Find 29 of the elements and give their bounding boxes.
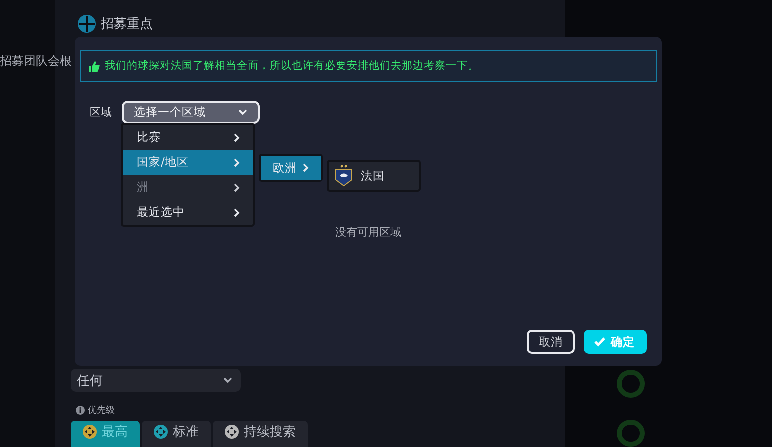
info-icon	[76, 406, 85, 415]
chevron-right-icon	[233, 158, 241, 168]
submenu-item[interactable]: 欧洲	[261, 156, 321, 180]
cancel-button[interactable]: 取消	[527, 330, 575, 354]
chevron-right-icon	[233, 132, 241, 142]
section-title: 招募重点	[101, 16, 153, 33]
submenu-item[interactable]: 法国	[329, 162, 419, 190]
status-ring-icon	[617, 420, 645, 447]
checkmark-icon	[594, 337, 606, 347]
region-label: 区域	[90, 105, 112, 120]
priority-tab[interactable]: 持续搜索	[213, 421, 308, 447]
crest-icon	[335, 165, 353, 187]
menu-item[interactable]: 最近选中	[123, 200, 253, 225]
intro-text: 招募团队会根	[0, 53, 72, 70]
tip-text: 我们的球探对法国了解相当全面，所以也许有必要安排他们去那边考察一下。	[105, 59, 479, 73]
thumbs-up-icon	[89, 60, 100, 72]
chevron-right-icon	[302, 163, 310, 173]
menu-item[interactable]: 比赛	[123, 125, 253, 150]
chevron-down-icon	[223, 377, 233, 384]
priority-tab[interactable]: 标准	[142, 421, 211, 447]
globe-icon	[77, 14, 97, 34]
empty-message: 没有可用区域	[336, 225, 402, 240]
priority-label: 优先级	[88, 404, 115, 417]
region-select[interactable]: 选择一个区域	[122, 101, 260, 124]
chevron-right-icon	[233, 182, 241, 192]
chevron-down-icon	[238, 109, 248, 116]
menu-item[interactable]: 国家/地区	[123, 150, 253, 175]
filter-select[interactable]: 任何	[71, 369, 241, 392]
chevron-right-icon	[233, 208, 241, 218]
